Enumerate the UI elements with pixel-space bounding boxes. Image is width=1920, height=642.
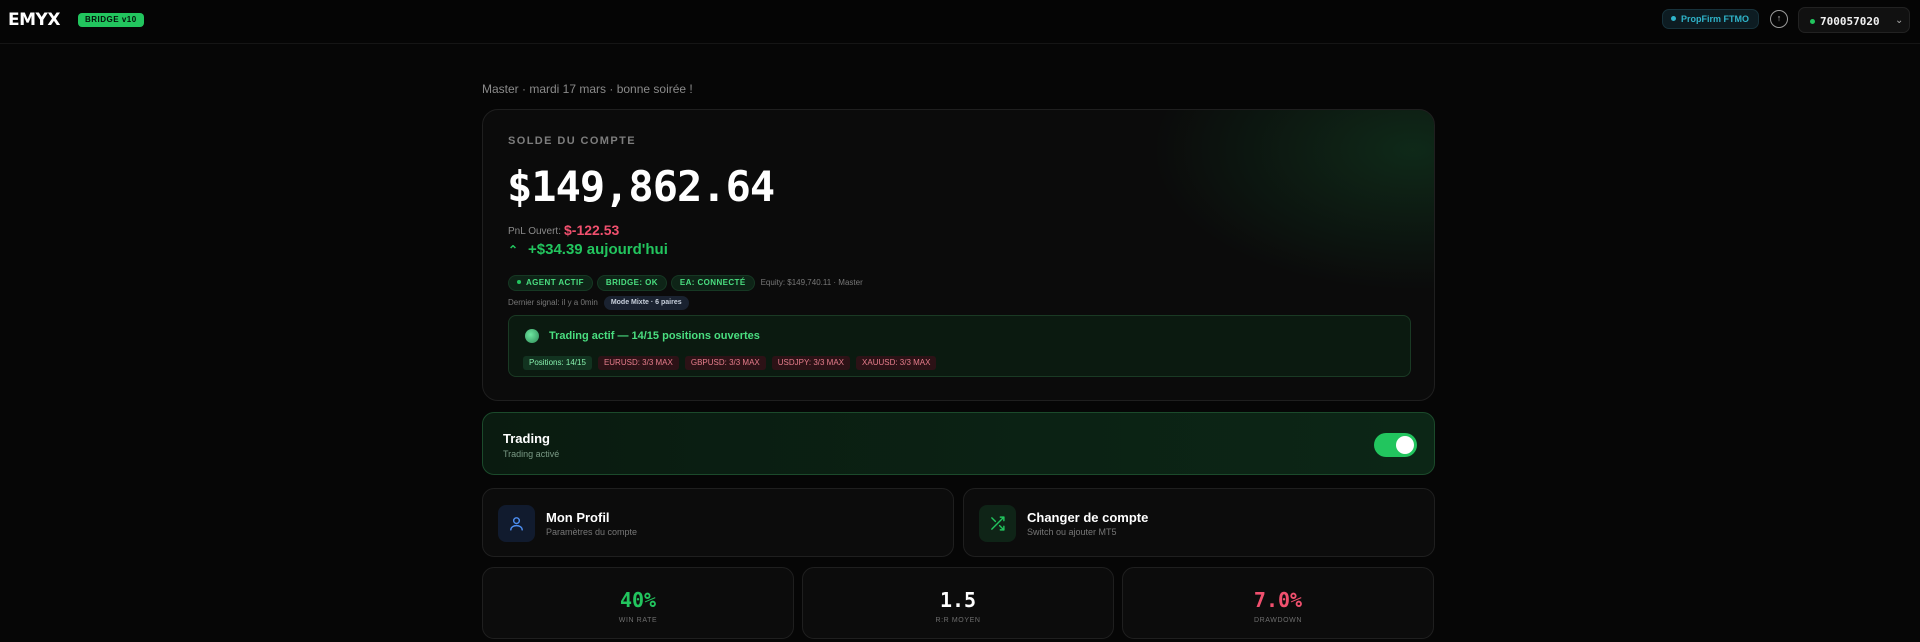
positions-chip: Positions: 14/15 (523, 356, 592, 370)
propfirm-badge[interactable]: PropFirm FTMO (1662, 9, 1759, 29)
top-bar: EMYX BRIDGE v10 PropFirm FTMO ↑ 70005702… (0, 0, 1920, 44)
balance-label: SOLDE DU COMPTE (508, 135, 636, 147)
profile-title: Mon Profil (546, 510, 610, 525)
ea-status-badge: EA: CONNECTÉ (670, 274, 755, 291)
shuffle-icon (979, 505, 1016, 542)
account-number: 700057020 (1820, 15, 1880, 28)
propfirm-label: PropFirm FTMO (1681, 14, 1749, 24)
pnl-label: PnL Ouvert: (508, 226, 561, 237)
balance-card: SOLDE DU COMPTE $149,862.64 PnL Ouvert: $… (482, 109, 1435, 401)
win-rate-value: 40% (619, 588, 657, 612)
profile-card[interactable]: Mon Profil Paramètres du compte (482, 488, 954, 557)
bridge-status-badge: BRIDGE: OK (596, 274, 667, 291)
chevrons-up-icon: ⌃ (508, 243, 519, 257)
agent-status-label: AGENT ACTIF (526, 277, 584, 287)
info-icon[interactable]: ↑ (1770, 10, 1788, 28)
status-badges: AGENT ACTIF BRIDGE: OK EA: CONNECTÉ Equity:… (508, 274, 863, 291)
drawdown-value: 7.0% (1253, 588, 1303, 612)
app-logo[interactable]: EMYX (8, 10, 60, 30)
switch-account-subtitle: Switch ou ajouter MT5 (1027, 527, 1117, 537)
eurusd-chip: EURUSD: 3/3 MAX (597, 356, 679, 370)
drawdown-label: DRAWDOWN (1253, 617, 1303, 624)
switch-account-title: Changer de compte (1027, 510, 1149, 525)
daily-change-value: +$34.39 aujourd'hui (528, 241, 668, 258)
toggle-knob (1396, 436, 1414, 454)
profile-subtitle: Paramètres du compte (546, 527, 638, 537)
open-pnl: PnL Ouvert: $-122.53 (508, 222, 619, 238)
user-icon (498, 505, 535, 542)
trading-toggle-switch[interactable] (1374, 433, 1417, 457)
win-rate-label: WIN RATE (618, 617, 658, 624)
risk-reward-value: 1.5 (939, 588, 977, 612)
activity-indicator-icon (525, 329, 539, 343)
connection-dot-icon (1810, 19, 1815, 24)
last-signal-text: Dernier signal: il y a 0min (508, 298, 598, 308)
daily-change: ⌃ +$34.39 aujourd'hui (508, 241, 668, 258)
xauusd-chip: XAUUSD: 3/3 MAX (856, 356, 937, 370)
switch-account-card[interactable]: Changer de compte Switch ou ajouter MT5 (963, 488, 1435, 557)
usdjpy-chip: USDJPY: 3/3 MAX (771, 356, 851, 370)
version-badge: BRIDGE v10 (78, 13, 144, 27)
win-rate-card: 40% WIN RATE (482, 567, 794, 639)
trading-status-title: Trading actif — 14/15 positions ouvertes (549, 330, 760, 342)
chevron-down-icon: ⌄ (1895, 15, 1904, 26)
account-selector[interactable]: 700057020 ⌄ (1798, 7, 1910, 33)
gbpusd-chip: GBPUSD: 3/3 MAX (684, 356, 766, 370)
balance-value: $149,862.64 (507, 162, 775, 211)
greeting-text: Master · mardi 17 mars · bonne soirée ! (482, 82, 693, 96)
drawdown-card: 7.0% DRAWDOWN (1122, 567, 1434, 639)
status-dot-icon (1671, 16, 1676, 22)
mode-badge: Mode Mixte · 6 paires (603, 295, 689, 310)
position-chips: Positions: 14/15 EURUSD: 3/3 MAX GBPUSD: 3… (523, 352, 942, 370)
risk-reward-card: 1.5 R:R MOYEN (802, 567, 1114, 639)
trading-status-box: Trading actif — 14/15 positions ouvertes… (508, 315, 1411, 377)
pnl-value: $-122.53 (564, 222, 620, 238)
trading-toggle-subtitle: Trading activé (503, 449, 560, 459)
equity-text: Equity: $149,740.11 · Master (760, 278, 863, 288)
trading-toggle-card: Trading Trading activé (482, 412, 1435, 475)
agent-status-badge: AGENT ACTIF (508, 274, 593, 291)
status-dot-icon (517, 279, 521, 284)
signal-row: Dernier signal: il y a 0min Mode Mixte · … (508, 294, 689, 310)
trading-toggle-title: Trading (503, 431, 550, 446)
risk-reward-label: R:R MOYEN (935, 617, 981, 624)
